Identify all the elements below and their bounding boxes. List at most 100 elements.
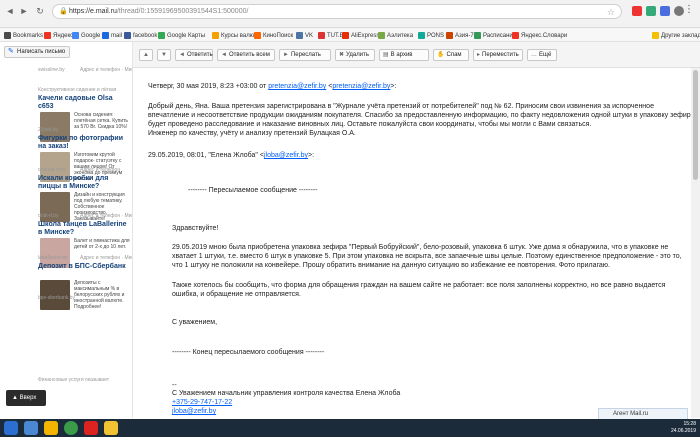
- reply-icon: ◄: [179, 52, 185, 58]
- ad-source[interactable]: laballerine.by: [38, 255, 67, 261]
- ad-source[interactable]: druk-it.by: [38, 213, 59, 219]
- body-line: Также хотелось бы сообщить, что форма дл…: [172, 282, 666, 289]
- sender-email-link[interactable]: pretenzia@zefir.by: [332, 83, 390, 90]
- star-icon[interactable]: ☆: [607, 7, 615, 18]
- forward-button[interactable]: ► Переслать: [279, 49, 331, 61]
- reply-label: Ответить: [186, 52, 213, 58]
- ad-contact-link[interactable]: Адрес и телефон · Минск: [80, 67, 132, 73]
- ad-source[interactable]: danusp.com: [38, 167, 65, 173]
- more-button[interactable]: … Ещё: [527, 49, 557, 61]
- ad-title[interactable]: Качели садовые Olsa с653: [38, 95, 130, 111]
- bookmark-item[interactable]: Bookmarks: [4, 31, 43, 40]
- app-icon[interactable]: [104, 421, 118, 435]
- bookmark-item[interactable]: Яндекс: [44, 31, 73, 40]
- system-clock[interactable]: 15:28 24.06.2019: [671, 421, 696, 435]
- message-date: Четверг, 30 мая 2019, 8:23 +03:00 от: [148, 83, 269, 90]
- signature-phone-link[interactable]: +375-29-747-17-22: [172, 398, 232, 407]
- extension-icon[interactable]: [646, 6, 656, 16]
- next-message-icon: ▼: [161, 52, 167, 58]
- prev-message-icon: ▲: [143, 52, 149, 58]
- ad-contact-link[interactable]: Адрес и телефон: [80, 167, 120, 173]
- bookmark-item[interactable]: Другие закладки: [652, 31, 700, 40]
- bookmark-label: Google: [81, 32, 101, 39]
- ad-title[interactable]: Школа танцев LaBallerine в Минске?: [38, 221, 130, 237]
- bookmark-label: mail: [111, 32, 123, 39]
- ad-title[interactable]: Искали коробки для пиццы в Минске?: [38, 175, 130, 191]
- bookmark-favicon-icon: [318, 32, 325, 39]
- quote-header: 29.05.2019, 08:01, "Елена Жлоба" <jloba@…: [148, 152, 315, 159]
- ad-text: Депозиты с максимальным % в белорусских …: [74, 280, 125, 310]
- bookmark-item[interactable]: Аэлитека: [378, 31, 413, 40]
- ad-source[interactable]: swissline.by: [38, 67, 65, 73]
- bookmark-item[interactable]: Яндекс.Словари: [512, 31, 567, 40]
- folder-icon[interactable]: [44, 421, 58, 435]
- menu-icon[interactable]: ⋮: [684, 5, 694, 15]
- bookmark-label: Другие закладки: [661, 32, 700, 39]
- prev-message-button[interactable]: ▲: [139, 49, 153, 61]
- profile-icon[interactable]: [674, 6, 684, 16]
- start-icon[interactable]: [4, 421, 18, 435]
- body-line: Добрый день, Яна. Ваша претензия зарегис…: [148, 103, 654, 110]
- bookmark-item[interactable]: Google: [72, 31, 100, 40]
- delete-label: Удалить: [346, 52, 369, 58]
- url-path: /thread/0:15591969500391544S1:500000/: [116, 8, 249, 15]
- compose-button[interactable]: ✎ Написать письмо: [4, 46, 70, 58]
- bookmark-label: facebook: [133, 32, 158, 39]
- sender-link[interactable]: pretenzia@zefir.by: [268, 83, 326, 90]
- chrome-icon[interactable]: [64, 421, 78, 435]
- bookmark-item[interactable]: Курсы валют: [212, 31, 257, 40]
- scroll-up-button[interactable]: ▲ Вверх: [6, 390, 46, 406]
- url-host: https://e.mail.ru: [69, 8, 117, 15]
- bookmark-item[interactable]: VK: [296, 31, 313, 40]
- extension-icon[interactable]: [632, 6, 642, 16]
- quote-email-link[interactable]: jloba@zefir.by: [264, 152, 308, 159]
- bookmark-label: Яндекс: [53, 32, 74, 39]
- next-message-button[interactable]: ▼: [157, 49, 171, 61]
- ad-title[interactable]: Депозит в БПС-Сбербанк: [38, 263, 130, 271]
- move-label: Переместить: [482, 52, 519, 58]
- reply-all-button[interactable]: ◄ Ответить всем: [217, 49, 275, 61]
- bookmark-favicon-icon: [296, 32, 303, 39]
- explorer-icon[interactable]: [24, 421, 38, 435]
- extension-icon[interactable]: [660, 6, 670, 16]
- bookmark-label: Аэлитека: [387, 32, 414, 39]
- bookmark-item[interactable]: mail: [102, 31, 122, 40]
- bookmark-item[interactable]: facebook: [124, 31, 157, 40]
- back-icon[interactable]: ◄: [4, 5, 16, 17]
- archive-button[interactable]: ▤ В архив: [379, 49, 429, 61]
- archive-icon: ▤: [383, 52, 389, 58]
- ad-contact-link[interactable]: Адрес и телефон · Минск: [80, 255, 132, 261]
- ad-source[interactable]: Финансовые услуги оказывает: [38, 377, 109, 383]
- spam-button[interactable]: ✋ Спам: [433, 49, 469, 61]
- ad-source[interactable]: Конструктивное сидение и лёгкая: [38, 87, 116, 93]
- ad-contact-link[interactable]: Адрес и телефон · Минск: [80, 213, 132, 219]
- scrollbar[interactable]: [691, 68, 700, 418]
- sidebar: ✎ Написать письмо swissline.by Адрес и те…: [0, 42, 133, 418]
- quote-author: 29.05.2019, 08:01, "Елена Жлоба": [148, 152, 260, 159]
- bookmark-item[interactable]: Google Карты: [158, 31, 205, 40]
- opera-icon[interactable]: [84, 421, 98, 435]
- ad-source[interactable]: 21vek.by: [38, 127, 58, 133]
- bookmark-item[interactable]: Расписание: [474, 31, 516, 40]
- ad-title[interactable]: Фигурки по фотографии на заказ!: [38, 135, 130, 151]
- bookmark-favicon-icon: [254, 32, 261, 39]
- move-button[interactable]: ▸ Переместить: [473, 49, 523, 61]
- bookmark-item[interactable]: AliExpress: [342, 31, 379, 40]
- forward-end: -------- Конец пересылаемого сообщения -…: [172, 349, 325, 356]
- scrollbar-thumb[interactable]: [693, 70, 698, 180]
- bookmark-label: КиноПоиск: [263, 32, 294, 39]
- reload-icon[interactable]: ↻: [34, 5, 46, 17]
- ad-source[interactable]: bps-sberbank.by: [38, 295, 75, 301]
- bookmark-favicon-icon: [652, 32, 659, 39]
- reply-button[interactable]: ◄ Ответить: [175, 49, 213, 61]
- address-bar[interactable]: 🔒 https://e.mail.ru/thread/0:15591969500…: [52, 4, 622, 19]
- message-header: Четверг, 30 мая 2019, 8:23 +03:00 от pre…: [148, 83, 397, 90]
- bookmark-item[interactable]: PONS: [418, 31, 444, 40]
- body-line: 29.05.2019 мною была приобретена упаковк…: [172, 244, 669, 251]
- bookmark-item[interactable]: Азия-78: [446, 31, 477, 40]
- bookmark-label: VK: [305, 32, 314, 39]
- bookmark-item[interactable]: КиноПоиск: [254, 31, 293, 40]
- signature-email-link[interactable]: jloba@zefir.by: [172, 407, 216, 416]
- delete-button[interactable]: ✖ Удалить: [335, 49, 375, 61]
- forward-icon[interactable]: ►: [18, 5, 30, 17]
